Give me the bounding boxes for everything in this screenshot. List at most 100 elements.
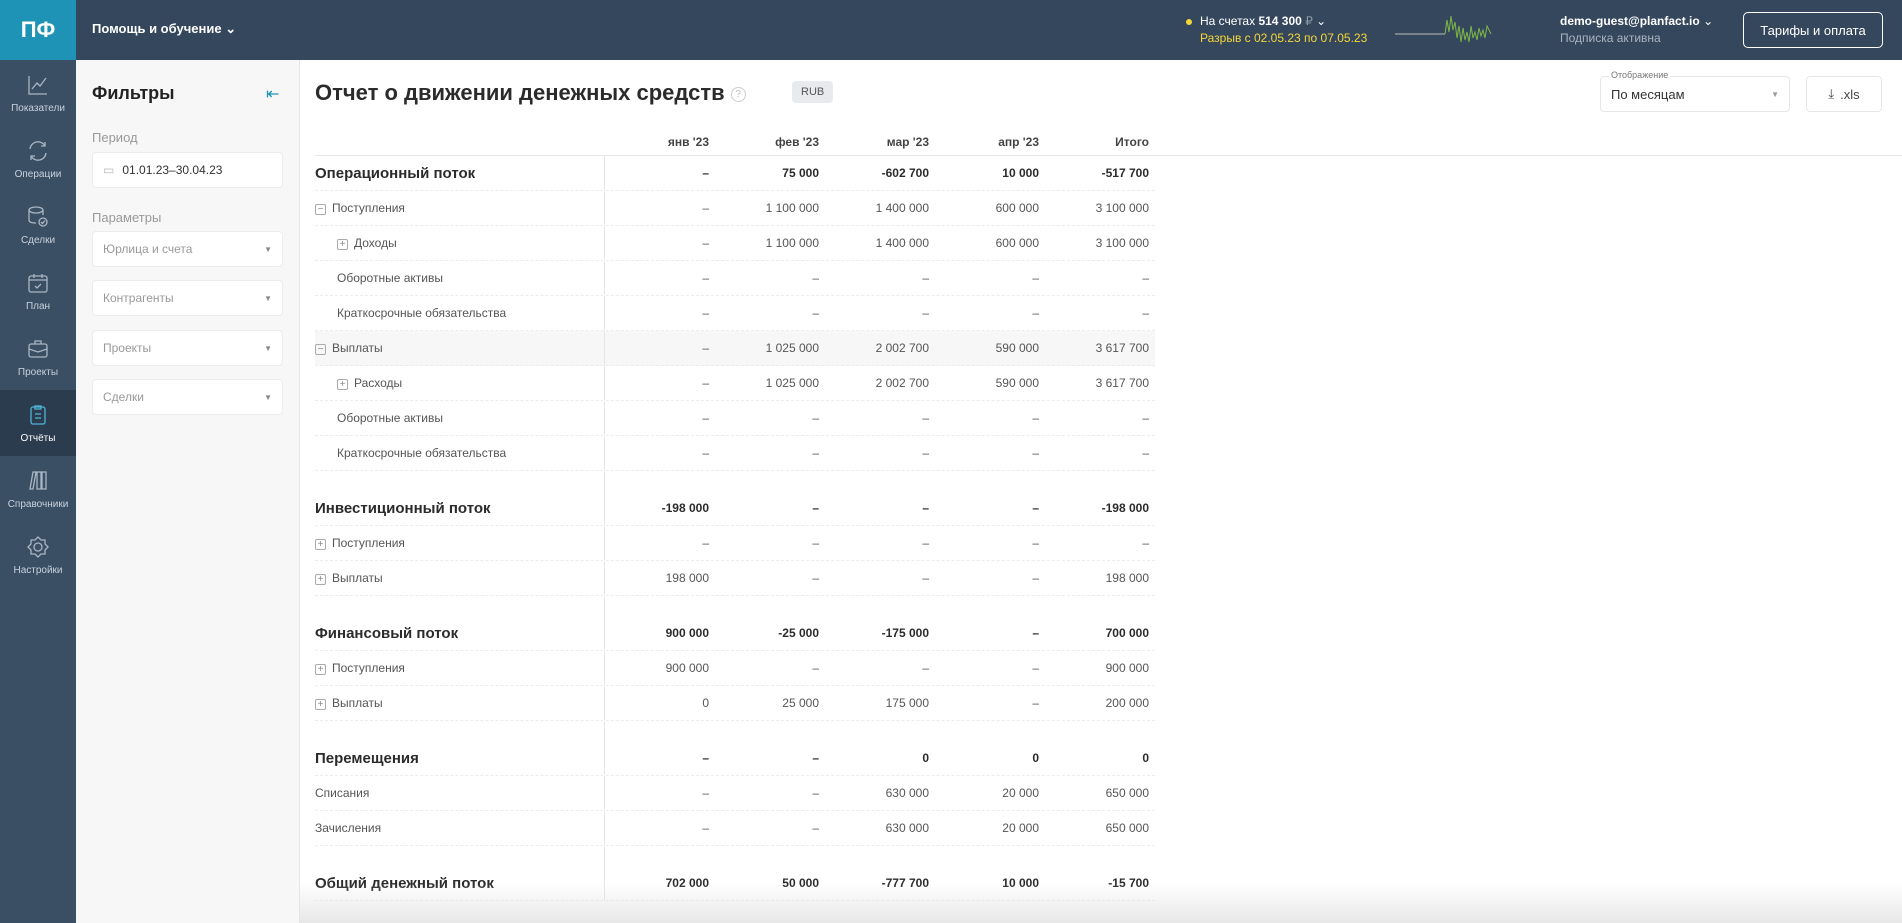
cell-value: 10 000 — [1002, 166, 1039, 180]
collapse-icon[interactable]: − — [315, 204, 326, 215]
section-row: Перемещения – – 0 0 0 — [315, 741, 1155, 776]
sidebar-item-plan[interactable]: План — [0, 258, 76, 324]
user-menu[interactable]: demo-guest@planfact.io ⌄ Подписка активн… — [1560, 14, 1713, 45]
collapse-panel-icon[interactable]: ⇤ — [266, 84, 279, 104]
cell-value: – — [922, 446, 929, 460]
balance-value: 514 300 — [1258, 14, 1302, 28]
cell-value: -198 000 — [1101, 501, 1149, 515]
help-icon[interactable]: ? — [730, 86, 746, 102]
cell-value: 900 000 — [1105, 661, 1149, 675]
cell-value: – — [812, 661, 819, 675]
cell-value: -198 000 — [661, 501, 709, 515]
row-label: Поступления — [332, 661, 405, 675]
cell-value: – — [1032, 501, 1039, 515]
cell-value: – — [1032, 661, 1039, 675]
display-value: По месяцам — [1611, 86, 1685, 102]
help-menu[interactable]: Помощь и обучение ⌄ — [92, 21, 236, 37]
sidebar-item-indicators[interactable]: Показатели — [0, 60, 76, 126]
sidebar-item-deals[interactable]: Сделки — [0, 192, 76, 258]
filters-panel: Фильтры ⇤ Период ▭ 01.01.23–30.04.23 Пара… — [76, 60, 300, 923]
expand-icon[interactable]: + — [315, 574, 326, 585]
row-label: Поступления — [332, 536, 405, 550]
display-select[interactable]: Отображение По месяцам ▼ — [1600, 70, 1790, 112]
row-label: Расходы — [354, 376, 403, 390]
download-icon: ⤓ — [1828, 86, 1835, 101]
cell-value: 0 — [922, 751, 929, 765]
row-label: Поступления — [332, 201, 405, 215]
cash-gap-warning: Разрыв с 02.05.23 по 07.05.23 — [1200, 31, 1368, 45]
sidebar-item-label: Операции — [14, 168, 62, 180]
cell-value: 2 002 700 — [875, 376, 929, 390]
cell-value: – — [1032, 306, 1039, 320]
table-row: + Поступления – – – – – — [315, 526, 1155, 561]
row-label: Операционный поток — [315, 164, 476, 182]
select-placeholder: Контрагенты — [103, 291, 174, 305]
row-label: Выплаты — [332, 341, 383, 355]
expand-icon[interactable]: + — [315, 539, 326, 550]
collapse-icon[interactable]: − — [315, 344, 326, 355]
projects-select[interactable]: Проекты ▼ — [92, 330, 283, 366]
tariffs-button[interactable]: Тарифы и оплата — [1743, 12, 1883, 48]
cell-value: – — [922, 501, 929, 515]
caret-down-icon: ▼ — [264, 343, 272, 353]
column-header: Итого — [1115, 134, 1149, 149]
row-label: Списания — [315, 786, 370, 800]
legal-entities-select[interactable]: Юрлица и счета ▼ — [92, 231, 283, 267]
cell-value: – — [1032, 271, 1039, 285]
expand-icon[interactable]: + — [337, 239, 348, 250]
chart-icon — [28, 75, 47, 95]
period-input[interactable]: ▭ 01.01.23–30.04.23 — [92, 152, 283, 188]
expand-icon[interactable]: + — [337, 379, 348, 390]
cell-value: 0 — [1032, 751, 1039, 765]
sidebar-item-operations[interactable]: Операции — [0, 126, 76, 192]
sidebar-item-references[interactable]: Справочники — [0, 456, 76, 522]
report-area: Отчет о движении денежных средств? RUB О… — [300, 60, 1902, 923]
cell-value: 590 000 — [995, 341, 1039, 355]
table-row: + Поступления 900 000 – – – 900 000 — [315, 651, 1155, 686]
logo[interactable]: ПФ — [0, 0, 76, 60]
cell-value: – — [922, 411, 929, 425]
cell-value: 900 000 — [665, 626, 709, 640]
caret-down-icon: ▼ — [264, 293, 272, 303]
cell-value: 1 100 000 — [765, 236, 819, 250]
sidebar-item-label: Проекты — [17, 366, 59, 378]
sidebar-item-projects[interactable]: Проекты — [0, 324, 76, 390]
cell-value: – — [1032, 446, 1039, 460]
export-label: .xls — [1840, 86, 1860, 102]
sidebar-item-settings[interactable]: Настройки — [0, 522, 76, 588]
cell-value: – — [922, 271, 929, 285]
balance-label: На счетах — [1200, 14, 1256, 28]
export-xls-button[interactable]: ⤓ .xls — [1806, 76, 1882, 112]
cell-value: -25 000 — [778, 626, 819, 640]
select-placeholder: Сделки — [103, 390, 144, 404]
deals-select[interactable]: Сделки ▼ — [92, 379, 283, 415]
cell-value: – — [1142, 536, 1149, 550]
row-label: Выплаты — [332, 696, 383, 710]
expand-icon[interactable]: + — [315, 699, 326, 710]
cell-value: – — [702, 236, 709, 250]
row-label: Инвестиционный поток — [315, 499, 491, 517]
briefcase-icon — [28, 339, 48, 358]
cell-value: – — [702, 341, 709, 355]
column-header: мар '23 — [886, 134, 929, 149]
table-row: Оборотные активы – – – – – — [315, 261, 1155, 296]
column-header: янв '23 — [667, 134, 709, 149]
sidebar-item-reports[interactable]: Отчёты — [0, 390, 76, 456]
table-row: + Доходы – 1 100 000 1 400 000 600 000 3 100 0… — [315, 226, 1155, 261]
currency-badge: RUB — [792, 81, 834, 103]
cell-value: – — [702, 446, 709, 460]
cell-value: 1 400 000 — [875, 236, 929, 250]
balance-widget[interactable]: На счетах 514 300 ₽ ⌄ Разрыв с 02.05.23 … — [1186, 14, 1367, 45]
counterparties-select[interactable]: Контрагенты ▼ — [92, 280, 283, 316]
calendar-icon — [28, 273, 48, 293]
books-icon — [29, 470, 47, 490]
select-placeholder: Проекты — [103, 341, 152, 355]
cell-value: – — [1032, 411, 1039, 425]
table-row: − Выплаты – 1 025 000 2 002 700 590 000 3 617 … — [315, 331, 1155, 366]
cell-value: 900 000 — [665, 661, 709, 675]
cell-value: 600 000 — [995, 236, 1039, 250]
expand-icon[interactable]: + — [315, 664, 326, 675]
cell-value: – — [1032, 536, 1039, 550]
row-label: Зачисления — [315, 821, 382, 835]
cell-value: – — [922, 661, 929, 675]
